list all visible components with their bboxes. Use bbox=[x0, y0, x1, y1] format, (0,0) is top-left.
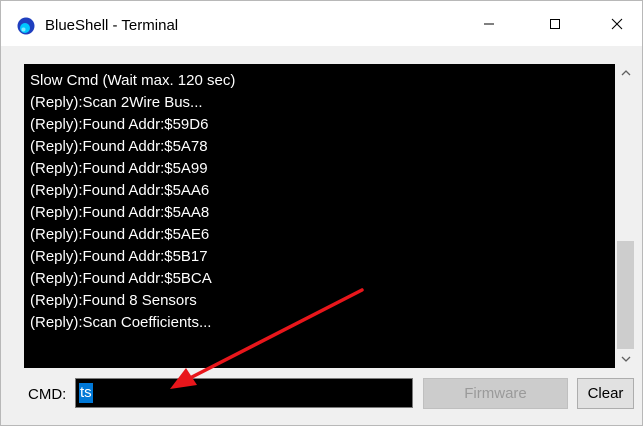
window-title: BlueShell - Terminal bbox=[45, 17, 179, 34]
scroll-down-button[interactable] bbox=[615, 351, 636, 368]
minimize-button[interactable] bbox=[466, 1, 512, 46]
terminal-line: (Reply):Found Addr:$5AA8 bbox=[30, 204, 210, 221]
close-button[interactable] bbox=[594, 1, 640, 46]
terminal-line: Slow Cmd (Wait max. 120 sec) bbox=[30, 72, 236, 89]
terminal-output[interactable]: Slow Cmd (Wait max. 120 sec) (Reply):Sca… bbox=[24, 64, 615, 368]
close-icon bbox=[611, 18, 623, 29]
chevron-up-icon bbox=[621, 70, 630, 76]
terminal-line: (Reply):Found Addr:$5A99 bbox=[30, 160, 208, 177]
minimize-icon bbox=[484, 23, 494, 24]
chevron-down-icon bbox=[621, 356, 630, 362]
scroll-thumb[interactable] bbox=[617, 241, 634, 349]
terminal-line: (Reply):Found 8 Sensors bbox=[30, 292, 197, 309]
maximize-icon bbox=[550, 18, 560, 29]
terminal-line: (Reply):Scan Coefficients... bbox=[30, 314, 212, 331]
title-bar[interactable]: BlueShell - Terminal bbox=[1, 1, 642, 46]
maximize-button[interactable] bbox=[532, 1, 578, 46]
terminal-lines: Slow Cmd (Wait max. 120 sec) (Reply):Sca… bbox=[30, 70, 235, 334]
terminal-line: (Reply):Found Addr:$5A78 bbox=[30, 138, 208, 155]
terminal-scrollbar[interactable] bbox=[615, 64, 636, 368]
terminal-line: (Reply):Found Addr:$5AA6 bbox=[30, 182, 210, 199]
terminal-window: BlueShell - Terminal Slow Cmd (Wait max.… bbox=[0, 0, 643, 426]
terminal-line: (Reply):Found Addr:$5BCA bbox=[30, 270, 212, 287]
cmd-input[interactable]: ts bbox=[75, 378, 413, 408]
cmd-input-value: ts bbox=[79, 383, 93, 403]
cmd-label: CMD: bbox=[28, 386, 67, 403]
clear-button[interactable]: Clear bbox=[577, 378, 634, 409]
terminal-line: (Reply):Found Addr:$59D6 bbox=[30, 116, 209, 133]
firmware-button[interactable]: Firmware bbox=[423, 378, 568, 409]
terminal-line: (Reply):Found Addr:$5B17 bbox=[30, 248, 208, 265]
terminal-line: (Reply):Found Addr:$5AE6 bbox=[30, 226, 210, 243]
blueshell-app-icon bbox=[17, 17, 35, 35]
scroll-up-button[interactable] bbox=[615, 64, 636, 81]
terminal-line: (Reply):Scan 2Wire Bus... bbox=[30, 94, 203, 111]
